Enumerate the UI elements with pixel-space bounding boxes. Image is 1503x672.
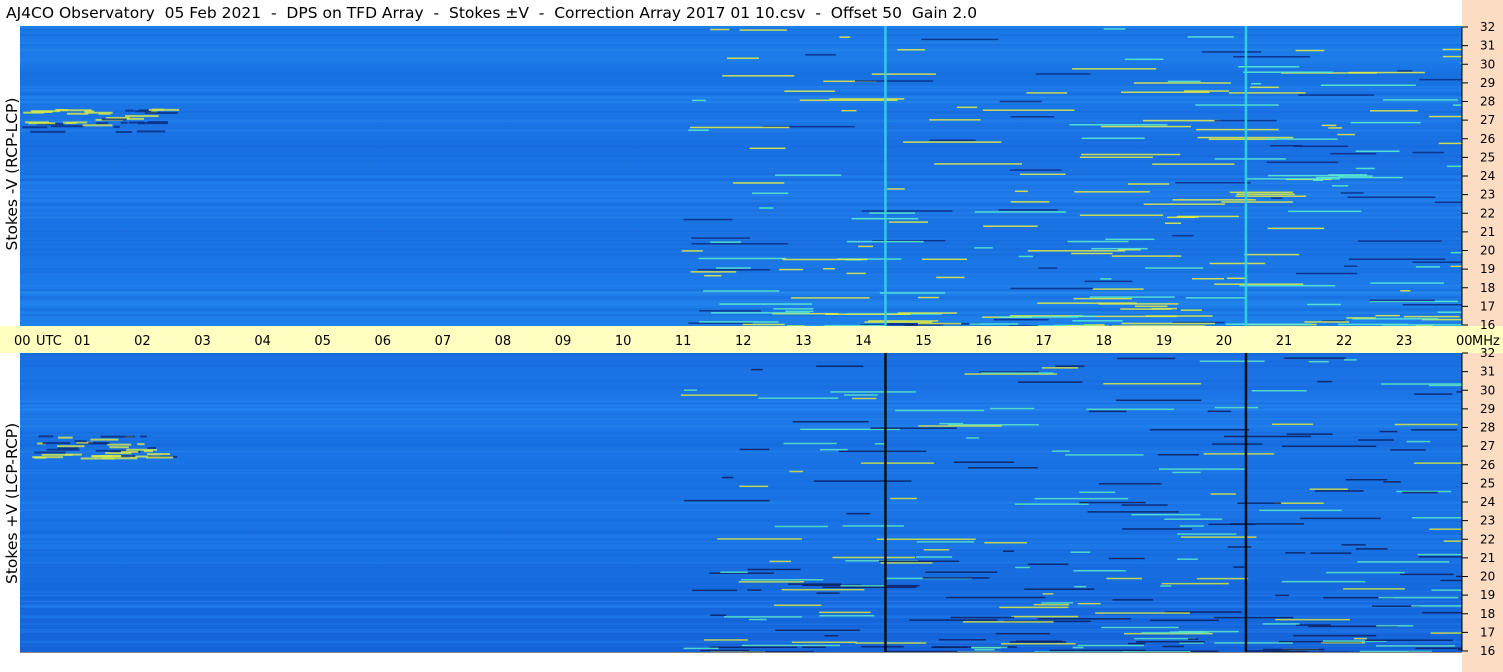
- axes-overlay: 00 01 02 03 04 05 06 07 08 09 10 11 12 13 14 15 16 17 18 19…: [14, 20, 1500, 658]
- top-freq-tick-label: 17: [1480, 299, 1495, 313]
- time-tick-label: 15: [915, 334, 932, 349]
- bottom-freq-tick-label: 30: [1480, 383, 1495, 397]
- bottom-freq-tick-label: 21: [1480, 551, 1495, 565]
- time-tick-label: 14: [855, 334, 872, 349]
- time-tick-label: 03: [194, 334, 211, 349]
- time-tick-label: 00: [1456, 334, 1473, 349]
- bottom-freq-tick-label: 23: [1480, 514, 1495, 528]
- bottom-freq-tick-label: 27: [1480, 439, 1495, 453]
- top-freq-tick-label: 25: [1480, 150, 1495, 164]
- time-tick-label: 06: [375, 334, 392, 349]
- bottom-freq-tick-label: 18: [1480, 607, 1495, 621]
- top-freq-tick-label: 28: [1480, 95, 1495, 109]
- bottom-freq-tick-label: 28: [1480, 421, 1495, 435]
- time-tick-label: 19: [1156, 334, 1173, 349]
- time-tick-label: 13: [795, 334, 812, 349]
- bottom-freq-tick-label: 24: [1480, 495, 1495, 509]
- time-tick-label: 20: [1216, 334, 1233, 349]
- top-freq-tick-label: 22: [1480, 206, 1495, 220]
- time-tick-label: 11: [675, 334, 692, 349]
- top-freq-tick-label: 24: [1480, 169, 1495, 183]
- time-unit-label: UTC: [36, 334, 62, 349]
- time-tick-label: 08: [495, 334, 512, 349]
- top-freq-tick-label: 30: [1480, 57, 1495, 71]
- time-tick-label: 12: [735, 334, 752, 349]
- time-tick-label: 07: [435, 334, 452, 349]
- time-tick-label: 21: [1276, 334, 1293, 349]
- bottom-freq-tick-label: 19: [1480, 588, 1495, 602]
- top-freq-tick-label: 31: [1480, 39, 1495, 53]
- top-freq-tick-label: 21: [1480, 225, 1495, 239]
- top-freq-tick-label: 29: [1480, 76, 1495, 90]
- bottom-freq-tick-label: 22: [1480, 532, 1495, 546]
- top-freq-tick-label: 16: [1480, 318, 1495, 332]
- bottom-freq-tick-label: 25: [1480, 476, 1495, 490]
- bottom-freq-tick-label: 26: [1480, 458, 1495, 472]
- time-tick-label: 05: [314, 334, 331, 349]
- top-freq-tick-label: 26: [1480, 132, 1495, 146]
- bottom-freq-tick-label: 29: [1480, 402, 1495, 416]
- time-tick-label: 18: [1096, 334, 1113, 349]
- time-tick-label: 04: [254, 334, 271, 349]
- bottom-freq-tick-label: 20: [1480, 570, 1495, 584]
- time-tick-label: 01: [74, 334, 91, 349]
- time-tick-label: 10: [615, 334, 632, 349]
- top-freq-tick-label: 20: [1480, 244, 1495, 258]
- time-tick-label: 22: [1336, 334, 1353, 349]
- time-tick-label: 16: [975, 334, 992, 349]
- top-freq-tick-label: 32: [1480, 20, 1495, 34]
- time-tick-label: 09: [555, 334, 572, 349]
- top-freq-tick-label: 27: [1480, 113, 1495, 127]
- top-freq-tick-label: 23: [1480, 188, 1495, 202]
- top-freq-tick-label: 18: [1480, 281, 1495, 295]
- time-tick-label: 17: [1035, 334, 1052, 349]
- top-freq-tick-label: 19: [1480, 262, 1495, 276]
- time-tick-label: 02: [134, 334, 151, 349]
- time-tick-label: 23: [1396, 334, 1413, 349]
- bottom-freq-tick-label: 31: [1480, 365, 1495, 379]
- bottom-freq-tick-label: 17: [1480, 625, 1495, 639]
- time-tick-label: 00: [14, 334, 31, 349]
- bottom-freq-tick-label: 32: [1480, 346, 1495, 360]
- bottom-freq-tick-label: 16: [1480, 644, 1495, 658]
